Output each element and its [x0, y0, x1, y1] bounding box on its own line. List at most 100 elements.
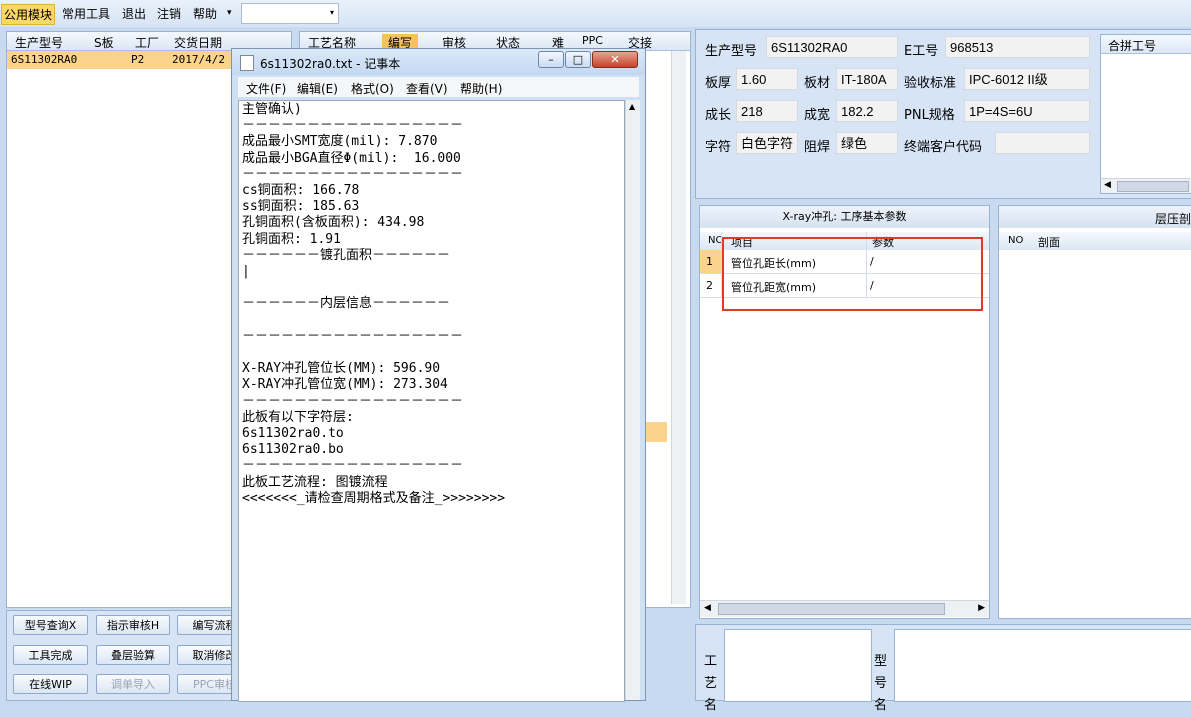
menu-logout[interactable]: 注销: [157, 5, 181, 22]
arrow-right-icon[interactable]: ▶: [978, 603, 985, 613]
close-icon[interactable]: ✕: [592, 51, 638, 68]
notepad-line: 6s11302ra0.to: [242, 426, 344, 441]
merge-scroll-thumb[interactable]: [1117, 181, 1189, 192]
notepad-line: |: [242, 264, 250, 279]
eno-label: E工号: [904, 44, 939, 59]
notepad-title: 6s11302ra0.txt - 记事本: [260, 57, 401, 71]
pnl-label: PNL规格: [904, 108, 955, 123]
order-import-button[interactable]: 调单导入: [96, 674, 170, 694]
model-name-box[interactable]: [894, 629, 1191, 702]
row-model: 6S11302RA0: [11, 53, 78, 66]
char-label: 字符: [705, 140, 732, 155]
pnl-field[interactable]: 1P=4S=6U: [964, 100, 1090, 122]
thickness-field[interactable]: 1.60: [736, 68, 798, 90]
merge-panel: 合拼工号 ◀: [1100, 34, 1191, 194]
col-no[interactable]: NO: [1008, 235, 1023, 246]
material-label: 板材: [804, 76, 831, 91]
menu-file[interactable]: 文件(F): [246, 80, 286, 97]
process-name-box[interactable]: [724, 629, 872, 702]
xray-hscrollbar[interactable]: ◀ ▶: [700, 600, 989, 617]
notepad-line: ss铜面积: 185.63: [242, 199, 360, 215]
info-form: 生产型号 6S11302RA0 E工号 968513 板厚 1.60 板材 IT…: [695, 29, 1191, 199]
notepad-icon: [240, 55, 254, 71]
layer-title: 层压剖: [1155, 212, 1191, 226]
menu-public-module[interactable]: 公用模块: [1, 4, 56, 25]
process-name-label: 工艺名: [704, 654, 718, 713]
menu-view[interactable]: 查看(V): [406, 80, 448, 97]
process-list-scrollbar[interactable]: [671, 51, 686, 604]
notepad-text-area[interactable]: 主管确认) －－－－－－－－－－－－－－－－－ 成品最小SMT宽度(mil): 7.…: [238, 100, 625, 702]
notepad-window: 6s11302ra0.txt - 记事本 – □ ✕ 文件(F) 编辑(E) 格…: [231, 48, 646, 702]
stackup-check-button[interactable]: 叠层验算: [96, 645, 170, 665]
customer-code-field[interactable]: [995, 132, 1090, 154]
notepad-line: 主管确认): [242, 102, 302, 117]
chevron-down-icon[interactable]: ▾: [330, 8, 334, 17]
col-ppc[interactable]: PPC: [582, 34, 603, 47]
menu-common-tools[interactable]: 常用工具: [62, 5, 110, 22]
chevron-down-icon[interactable]: ▾: [227, 8, 232, 18]
maximize-icon[interactable]: □: [565, 51, 591, 68]
mask-field[interactable]: 绿色: [836, 132, 898, 154]
notepad-line: 成品最小SMT宽度(mil): 7.870: [242, 134, 438, 150]
notepad-line: －－－－－－镀孔面积－－－－－－: [242, 247, 451, 263]
arrow-left-icon[interactable]: ◀: [704, 603, 711, 613]
standard-field[interactable]: IPC-6012 II级: [964, 68, 1090, 90]
notepad-line: －－－－－－－－－－－－－－－－－: [242, 328, 464, 344]
model-name-label: 型号名: [874, 654, 888, 713]
notepad-line: 孔铜面积: 1.91: [242, 231, 341, 247]
notepad-line: －－－－－－内层信息－－－－－－: [242, 296, 451, 312]
char-field[interactable]: 白色字符: [736, 132, 798, 154]
col-factory[interactable]: 工厂: [135, 34, 159, 51]
col-merge-no[interactable]: 合拼工号: [1108, 37, 1156, 54]
tool-complete-button[interactable]: 工具完成: [13, 645, 88, 665]
notepad-line: X-RAY冲孔管位长(MM): 596.90: [242, 361, 441, 377]
model-query-button[interactable]: 型号查询X: [13, 615, 88, 635]
menu-format[interactable]: 格式(O): [351, 80, 394, 97]
standard-label: 验收标准: [904, 76, 957, 91]
notepad-titlebar[interactable]: 6s11302ra0.txt - 记事本 – □ ✕: [232, 49, 645, 75]
col-s-board[interactable]: S板: [94, 34, 114, 51]
notepad-vscrollbar[interactable]: ▲: [625, 100, 640, 700]
notepad-line: X-RAY冲孔管位宽(MM): 273.304: [242, 377, 448, 393]
menubar: 公用模块 常用工具 退出 注销 帮助 ▾ ▾: [0, 0, 1191, 27]
merge-hscrollbar[interactable]: ◀: [1101, 178, 1191, 193]
menu-help[interactable]: 帮助: [193, 5, 217, 22]
row-no: 2: [706, 279, 713, 292]
length-field[interactable]: 218: [736, 100, 798, 122]
arrow-left-icon[interactable]: ◀: [1104, 180, 1111, 190]
layer-title-bar: 层压剖: [999, 206, 1191, 228]
col-model[interactable]: 生产型号: [15, 34, 63, 51]
mask-label: 阻焊: [804, 140, 831, 155]
row-factory: P2: [131, 53, 145, 66]
notepad-line: cs铜面积: 166.78: [242, 183, 360, 198]
col-delivery-date[interactable]: 交货日期: [174, 34, 222, 51]
col-section[interactable]: 剖面: [1038, 234, 1060, 250]
instruction-review-button[interactable]: 指示审核H: [96, 615, 170, 635]
model-label: 生产型号: [705, 44, 758, 59]
length-label: 成长: [705, 108, 732, 123]
material-field[interactable]: IT-180A: [836, 68, 898, 90]
menu-help[interactable]: 帮助(H): [460, 80, 502, 97]
notepad-line: －－－－－－－－－－－－－－－－－: [242, 393, 464, 409]
xray-scroll-thumb[interactable]: [718, 603, 945, 615]
toolbar-combo[interactable]: ▾: [241, 3, 339, 24]
layer-grid-header: NO 剖面: [999, 232, 1191, 250]
minimize-icon[interactable]: –: [538, 51, 564, 68]
notepad-line: 成品最小BGA直径Φ(mil): 16.000: [242, 150, 461, 166]
row-no: 1: [706, 255, 713, 268]
online-wip-button[interactable]: 在线WIP: [13, 674, 88, 694]
notepad-line: －－－－－－－－－－－－－－－－－: [242, 458, 464, 474]
merge-header: 合拼工号: [1101, 35, 1191, 54]
arrow-up-icon[interactable]: ▲: [629, 102, 635, 111]
menu-edit[interactable]: 编辑(E): [297, 80, 338, 97]
eno-field[interactable]: 968513: [945, 36, 1090, 58]
customer-code-label: 终端客户代码: [904, 140, 983, 155]
row-date: 2017/4/2: [172, 53, 225, 66]
layer-panel: 层压剖 NO 剖面: [998, 205, 1191, 619]
model-field[interactable]: 6S11302RA0: [766, 36, 898, 58]
width-field[interactable]: 182.2: [836, 100, 898, 122]
menu-exit[interactable]: 退出: [122, 5, 146, 22]
notepad-menubar: 文件(F) 编辑(E) 格式(O) 查看(V) 帮助(H): [238, 77, 639, 97]
bottom-right-area: 工艺名 型号名: [695, 624, 1191, 713]
notepad-line: －－－－－－－－－－－－－－－－－: [242, 118, 464, 134]
